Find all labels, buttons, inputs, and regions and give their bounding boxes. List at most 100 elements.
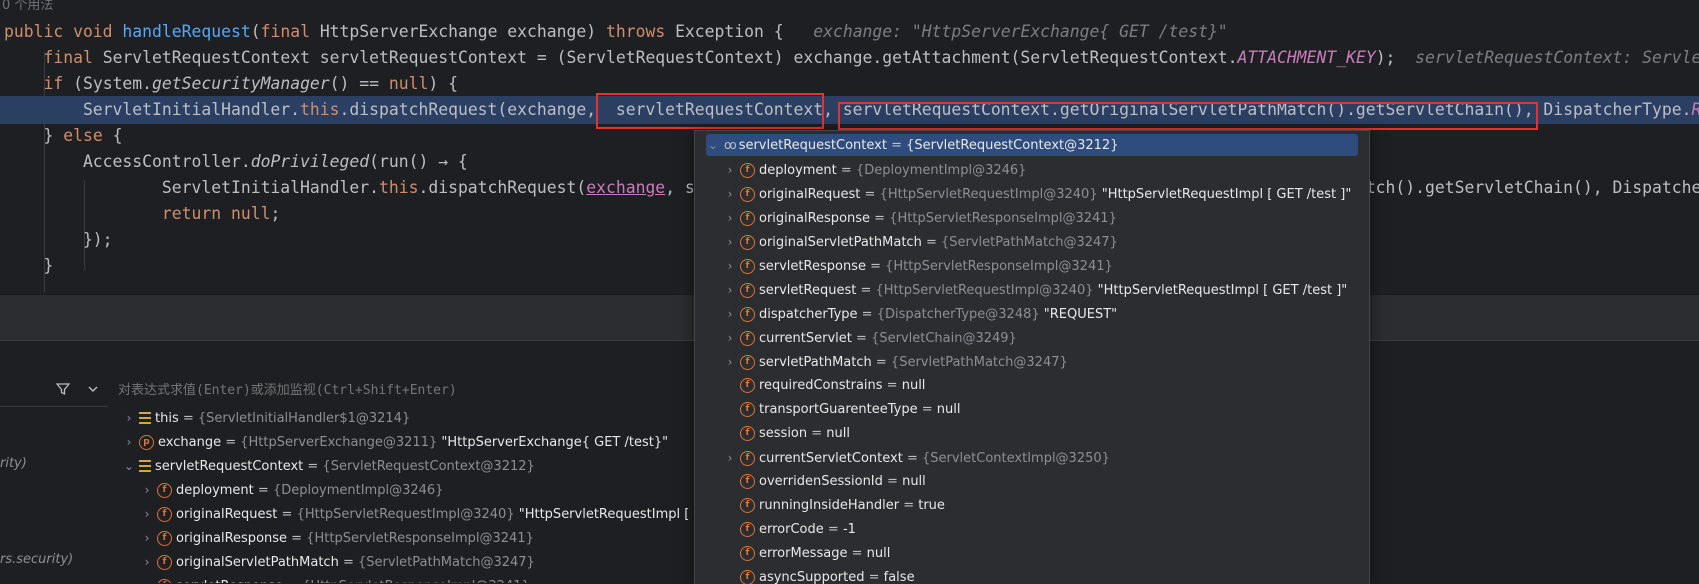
variable-name: exchange	[158, 435, 222, 450]
variable-name: originalResponse	[759, 211, 871, 226]
popup-field-row[interactable]: › f currentServlet = {ServletChain@3249}	[723, 326, 1017, 350]
variable-name: errorMessage	[759, 546, 848, 561]
variable-name: dispatcherType	[759, 307, 858, 322]
popup-field-row[interactable]: f transportGuarenteeType = null	[723, 398, 960, 422]
popup-field-row[interactable]: › f dispatcherType = {DispatcherType@3248}…	[723, 302, 1117, 326]
expand-chevron-icon[interactable]: ›	[140, 550, 154, 574]
code-token: });	[4, 230, 113, 249]
variable-name: session	[759, 426, 808, 441]
popup-field-row[interactable]: › f originalRequest = {HttpServletRequestI…	[723, 182, 1351, 206]
variable-name: runningInsideHandler	[759, 498, 900, 513]
field-icon: f	[740, 235, 755, 250]
expand-chevron-icon[interactable]: ›	[122, 430, 136, 454]
variable-value: "HttpServletRequestImpl [ GET /test ]"	[518, 507, 699, 522]
expand-chevron-icon[interactable]: ›	[723, 254, 737, 278]
expand-chevron-icon[interactable]: ›	[723, 302, 737, 326]
code-token: () ==	[329, 74, 389, 93]
popup-field-row[interactable]: › f originalResponse = {HttpServletRespons…	[723, 206, 1117, 230]
watch-glasses-icon: oo	[724, 138, 737, 152]
popup-field-row[interactable]: › f servletRequest = {HttpServletRequestIm…	[723, 278, 1347, 302]
variable-name: transportGuarenteeType	[759, 402, 918, 417]
popup-field-row[interactable]: f asyncSupported = false	[723, 566, 915, 584]
expand-chevron-icon[interactable]: ›	[140, 574, 154, 583]
popup-field-row[interactable]: f errorCode = -1	[723, 518, 856, 542]
variable-value: "HttpServletRequestImpl [ GET /test ]"	[1101, 187, 1352, 202]
variable-row[interactable]: › p exchange = {HttpServerExchange@3211} "…	[122, 430, 668, 454]
filter-icon[interactable]	[56, 382, 70, 396]
frame-item[interactable]: rity)	[0, 456, 27, 471]
variable-row[interactable]: › f originalResponse = {HttpServletRespons…	[140, 526, 534, 550]
variable-name: servletRequest	[759, 283, 857, 298]
field-icon: f	[740, 426, 755, 441]
popup-field-row[interactable]: › f deployment = {DeploymentImpl@3246}	[723, 158, 1026, 182]
expand-chevron-icon[interactable]: ›	[140, 478, 154, 502]
equals-sign: =	[851, 331, 872, 346]
equals-sign: =	[823, 522, 843, 537]
field-icon: f	[740, 546, 755, 561]
popup-field-row[interactable]: f session = null	[723, 422, 850, 446]
expand-chevron-icon[interactable]: ›	[140, 526, 154, 550]
code-line-decl[interactable]: final ServletRequestContext servletReque…	[0, 44, 1699, 72]
variable-type: {DispatcherType@3248}	[876, 307, 1040, 322]
expand-chevron-icon[interactable]: ›	[723, 278, 737, 302]
evaluate-bar	[108, 374, 699, 407]
variable-name: servletRequestContext	[155, 459, 304, 474]
expand-chevron-icon[interactable]: ›	[122, 406, 136, 430]
field-icon: f	[740, 355, 755, 370]
variable-row[interactable]: ›f servletResponse = {HttpServletResponse…	[140, 574, 530, 583]
expand-chevron-icon[interactable]: ›	[723, 446, 737, 470]
equals-sign: =	[221, 435, 241, 450]
chevron-down-icon[interactable]	[88, 385, 98, 393]
expand-chevron-icon[interactable]: ›	[140, 502, 154, 526]
expand-chevron-icon[interactable]: ⌄	[122, 454, 136, 478]
variables-tree[interactable]: › this = {ServletInitialHandler$1@3214} › p…	[108, 406, 699, 583]
expand-chevron-icon[interactable]: ›	[723, 182, 737, 206]
variable-row[interactable]: › f deployment = {DeploymentImpl@3246}	[140, 478, 443, 502]
variable-row[interactable]: › f originalRequest = {HttpServletRequestI…	[140, 502, 699, 526]
variable-name: servletResponse	[176, 579, 283, 583]
expand-chevron-icon[interactable]: ⌄	[706, 133, 720, 157]
code-line-sig[interactable]: public void handleRequest(final HttpServ…	[0, 18, 1699, 46]
field-icon: f	[740, 451, 755, 466]
variable-name: deployment	[759, 163, 837, 178]
variable-name: originalServletPathMatch	[176, 555, 339, 570]
expand-chevron-icon[interactable]: ›	[723, 230, 737, 254]
popup-field-row[interactable]: f overridenSessionId = null	[723, 470, 926, 494]
evaluate-expression-input[interactable]	[118, 380, 678, 400]
expand-chevron-icon[interactable]: ›	[723, 206, 737, 230]
variable-row[interactable]: › f originalServletPathMatch = {ServletPat…	[140, 550, 535, 574]
expand-chevron-icon[interactable]: ›	[723, 158, 737, 182]
popup-field-row[interactable]: › f servletResponse = {HttpServletResponse…	[723, 254, 1113, 278]
expand-chevron-icon[interactable]: ›	[723, 350, 737, 374]
equals-sign: =	[283, 579, 302, 583]
field-icon: f	[740, 522, 755, 537]
variable-name: servletResponse	[759, 259, 866, 274]
variable-type: {HttpServletRequestImpl@3240}	[875, 283, 1094, 298]
field-icon: f	[157, 507, 172, 522]
variable-type: {ServletContextImpl@3250}	[922, 451, 1110, 466]
popup-field-row[interactable]: f runningInsideHandler = true	[723, 494, 945, 518]
popup-field-row[interactable]: › f servletPathMatch = {ServletPathMatch@3…	[723, 350, 1068, 374]
popup-field-row[interactable]: f requiredConstrains = null	[723, 374, 925, 398]
code-token: exchange: "HttpServerExchange{ GET /test…	[813, 22, 1228, 41]
variable-name: this	[155, 411, 179, 426]
code-line-dispatch[interactable]: ServletInitialHandler.this.dispatchReque…	[0, 96, 1699, 124]
popup-root-node[interactable]: ⌄ oo servletRequestContext = {ServletReque…	[706, 134, 1358, 156]
equals-sign: =	[178, 411, 198, 426]
popup-field-row[interactable]: › f currentServletContext = {ServletContex…	[723, 446, 1110, 470]
code-token: }	[4, 256, 54, 275]
expand-chevron-icon[interactable]: ›	[723, 326, 737, 350]
parameter-icon: p	[139, 435, 154, 450]
popup-root-row[interactable]: ⌄ oo servletRequestContext = {ServletReque…	[706, 133, 1119, 157]
equals-sign: =	[917, 402, 937, 417]
variable-row[interactable]: ⌄ servletRequestContext = {ServletRequest…	[122, 454, 535, 478]
variable-value: true	[918, 498, 945, 513]
code-token: AccessController.	[4, 152, 251, 171]
popup-field-row[interactable]: › f originalServletPathMatch = {ServletPat…	[723, 230, 1118, 254]
value-inspection-popup[interactable]: ⌄ oo servletRequestContext = {ServletReque…	[694, 130, 1370, 584]
variable-row[interactable]: › this = {ServletInitialHandler$1@3214}	[122, 406, 411, 430]
frame-item[interactable]: rs.security)	[0, 552, 73, 567]
popup-field-row[interactable]: f errorMessage = null	[723, 542, 890, 566]
code-line-if[interactable]: if (System.getSecurityManager() == null)…	[0, 70, 1699, 98]
